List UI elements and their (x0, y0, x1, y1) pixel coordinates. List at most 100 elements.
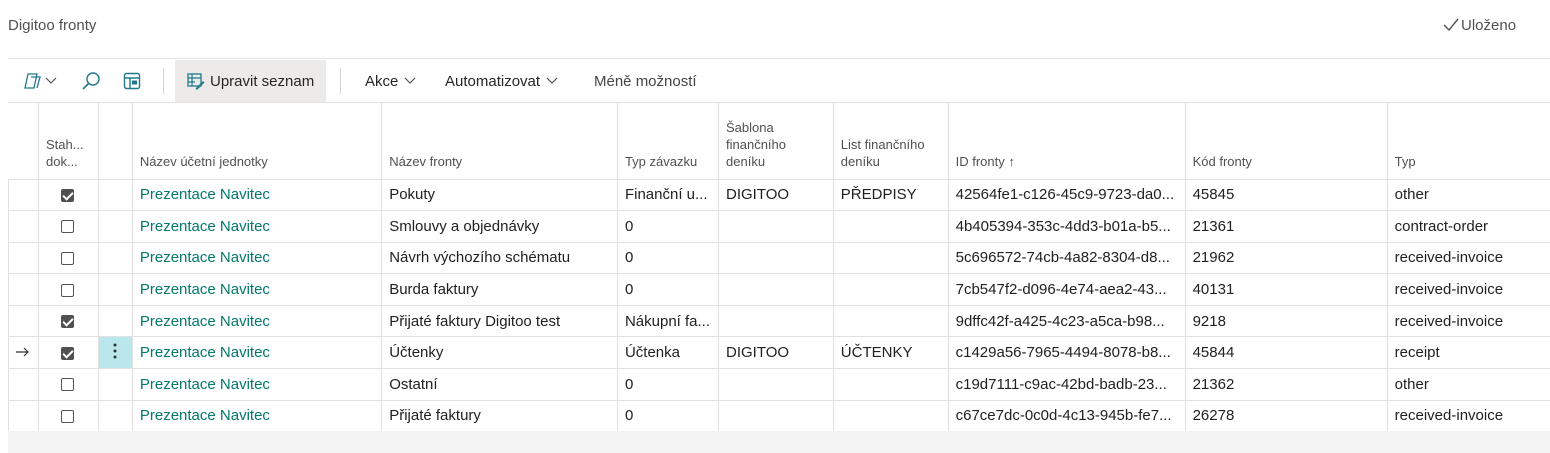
downloaded-checkbox[interactable] (61, 346, 75, 360)
downloaded-checkbox-cell[interactable] (38, 399, 99, 433)
table-row[interactable]: Prezentace Navitec Účtenky Účtenka DIGITOO Ú… (8, 336, 1550, 369)
chevron-down-icon (404, 77, 416, 84)
fewer-options-button[interactable]: Méně možností (594, 60, 697, 102)
col-type-header[interactable]: Typ (1386, 103, 1550, 179)
col-journal-template-header[interactable]: Šablona finančního deníku (718, 103, 834, 179)
downloaded-checkbox[interactable] (61, 220, 75, 234)
type-cell: other (1386, 368, 1550, 401)
liability-type-cell: 0 (616, 210, 719, 243)
queue-code-cell: 45845 (1184, 178, 1388, 211)
liability-type-cell: 0 (616, 368, 719, 401)
table-row[interactable]: Prezentace Navitec Pokuty Finanční u... DIG… (8, 178, 1550, 211)
table-row[interactable]: Prezentace Navitec Návrh výchozího schéma… (8, 241, 1550, 274)
queue-name-cell: Smlouvy a objednávky (381, 210, 618, 243)
liability-type-cell: Účtenka (616, 336, 719, 369)
queue-id-cell: 9dffc42f-a425-4c23-a5ca-b98... (947, 304, 1186, 337)
col-queue-name-header[interactable]: Název fronty (381, 103, 618, 179)
search-icon (82, 72, 100, 90)
row-actions-cell[interactable] (97, 273, 133, 306)
company-link[interactable]: Prezentace Navitec (131, 399, 382, 433)
col-liability-type-header[interactable]: Typ závazku (616, 103, 719, 179)
journal-template-cell (718, 273, 834, 306)
edit-list-button[interactable]: Upravit seznam (175, 60, 327, 102)
type-cell: received-invoice (1386, 304, 1550, 337)
row-handle[interactable] (8, 336, 39, 369)
journal-template-cell: DIGITOO (718, 336, 834, 369)
col-company-header[interactable]: Název účetní jednotky (131, 103, 382, 179)
queue-id-cell: 42564fe1-c126-45c9-9723-da0... (947, 178, 1186, 211)
more-dots-icon[interactable] (113, 343, 117, 359)
queue-code-cell: 45844 (1184, 336, 1388, 369)
table-row[interactable]: Prezentace Navitec Přijaté faktury Digito… (8, 304, 1550, 337)
downloaded-checkbox-cell[interactable] (38, 273, 99, 306)
downloaded-checkbox-cell[interactable] (38, 368, 99, 401)
row-actions-cell[interactable] (97, 399, 133, 433)
company-link[interactable]: Prezentace Navitec (131, 178, 382, 211)
company-link[interactable]: Prezentace Navitec (131, 304, 382, 337)
row-actions-cell[interactable] (97, 210, 133, 243)
queue-id-cell: 5c696572-74cb-4a82-8304-d8... (947, 241, 1186, 274)
col-journal-batch-header[interactable]: List finančního deníku (832, 103, 949, 179)
row-handle[interactable] (8, 304, 39, 337)
row-handle[interactable] (8, 210, 39, 243)
actions-menu[interactable]: Akce (365, 60, 416, 102)
row-actions-cell[interactable] (97, 178, 133, 211)
company-link[interactable]: Prezentace Navitec (131, 210, 382, 243)
downloaded-checkbox[interactable] (61, 409, 75, 423)
liability-type-cell: Finanční u... (616, 178, 719, 211)
downloaded-checkbox-cell[interactable] (38, 304, 99, 337)
downloaded-checkbox[interactable] (61, 188, 75, 202)
row-handle[interactable] (8, 241, 39, 274)
table-row[interactable]: Prezentace Navitec Přijaté faktury 0 c67ce7… (8, 399, 1550, 433)
downloaded-checkbox[interactable] (61, 252, 75, 266)
journal-template-cell (718, 210, 834, 243)
journal-batch-cell: PŘEDPISY (832, 178, 949, 211)
table-row[interactable]: Prezentace Navitec Ostatní 0 c19d7111-c9ac-… (8, 368, 1550, 401)
queue-code-cell: 40131 (1184, 273, 1388, 306)
automate-menu[interactable]: Automatizovat (445, 60, 558, 102)
journal-template-cell (718, 368, 834, 401)
queue-code-cell: 21362 (1184, 368, 1388, 401)
company-link[interactable]: Prezentace Navitec (131, 368, 382, 401)
layout-icon (123, 72, 141, 90)
divider (8, 58, 1550, 59)
table-row[interactable]: Prezentace Navitec Smlouvy a objednávky 0 4… (8, 210, 1550, 243)
search-button[interactable] (78, 60, 104, 102)
liability-type-cell: 0 (616, 273, 719, 306)
row-actions-cell[interactable] (97, 241, 133, 274)
row-handle[interactable] (8, 399, 39, 433)
row-handle[interactable] (8, 273, 39, 306)
company-link[interactable]: Prezentace Navitec (131, 336, 382, 369)
row-actions-cell[interactable] (97, 336, 133, 369)
queue-name-cell: Přijaté faktury Digitoo test (381, 304, 618, 337)
layout-button[interactable] (120, 60, 144, 102)
liability-type-cell: Nákupní fa... (616, 304, 719, 337)
downloaded-checkbox-cell[interactable] (38, 210, 99, 243)
company-link[interactable]: Prezentace Navitec (131, 273, 382, 306)
col-queue-code-header[interactable]: Kód fronty (1184, 103, 1388, 179)
row-handle[interactable] (8, 178, 39, 211)
chevron-down-icon (45, 77, 57, 84)
row-actions-cell[interactable] (97, 368, 133, 401)
queue-code-cell: 21962 (1184, 241, 1388, 274)
downloaded-checkbox[interactable] (61, 283, 75, 297)
table-row[interactable]: Prezentace Navitec Burda faktury 0 7cb547f2… (8, 273, 1550, 306)
downloaded-checkbox[interactable] (61, 378, 75, 392)
table-footer (8, 431, 1550, 453)
row-actions-cell[interactable] (97, 304, 133, 337)
col-queue-id-header[interactable]: ID fronty ↑ (947, 103, 1186, 179)
checkmark-icon (1443, 18, 1459, 32)
downloaded-checkbox-cell[interactable] (38, 336, 99, 369)
filter-pane-button[interactable] (18, 60, 62, 102)
queue-id-cell: 7cb547f2-d096-4e74-aea2-43... (947, 273, 1186, 306)
row-arrow-icon (16, 347, 29, 357)
downloaded-checkbox-cell[interactable] (38, 241, 99, 274)
downloaded-checkbox-cell[interactable] (38, 178, 99, 211)
row-handle[interactable] (8, 368, 39, 401)
queue-id-cell: 4b405394-353c-4dd3-b01a-b5... (947, 210, 1186, 243)
downloaded-checkbox[interactable] (61, 315, 75, 329)
col-downloaded-header[interactable]: Stah... dok... (38, 103, 99, 179)
queue-id-cell: c67ce7dc-0c0d-4c13-945b-fe7... (947, 399, 1186, 433)
company-link[interactable]: Prezentace Navitec (131, 241, 382, 274)
edit-list-icon (187, 73, 205, 90)
